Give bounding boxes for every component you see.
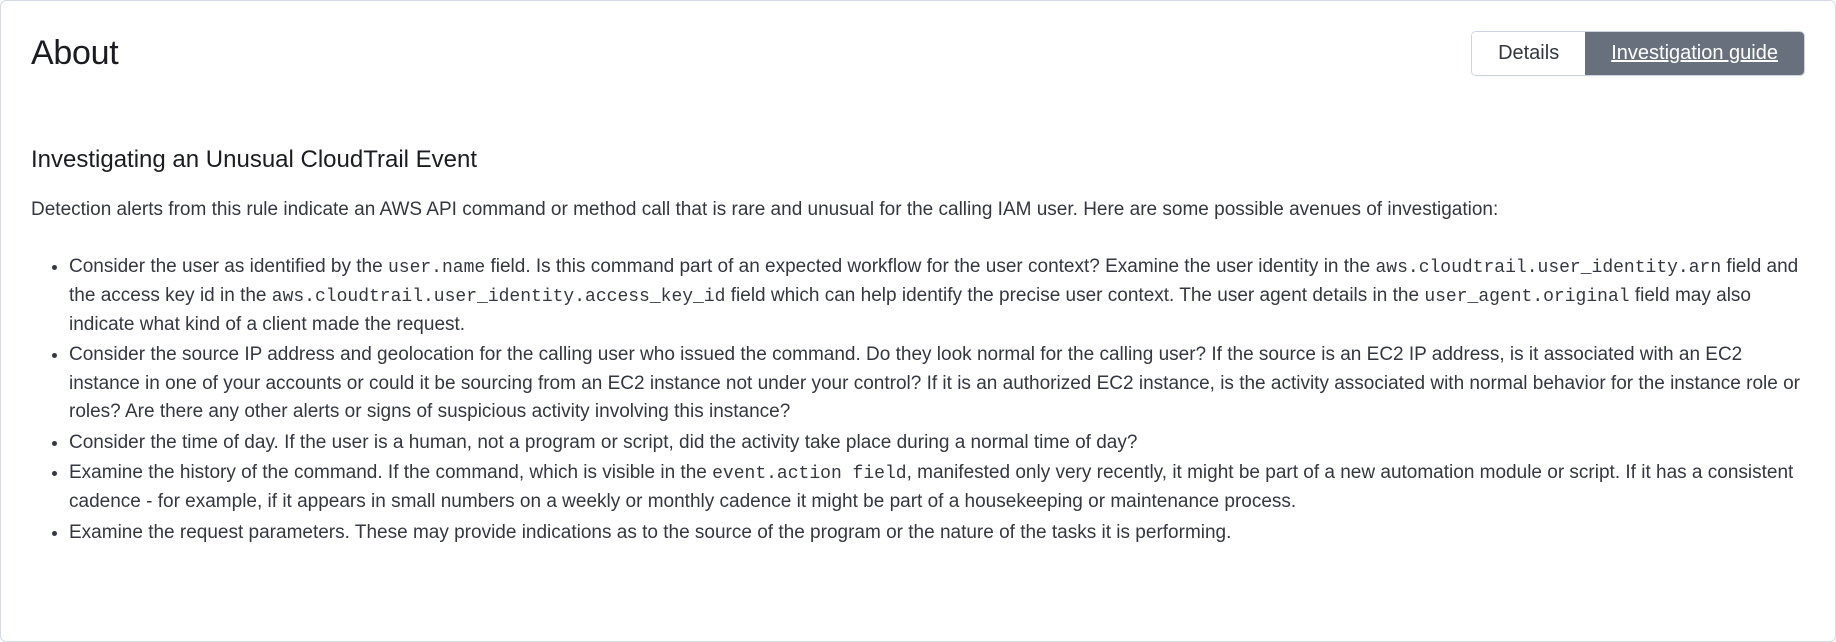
text: Examine the history of the command. If t… — [69, 462, 712, 483]
list-item: Consider the source IP address and geolo… — [69, 341, 1805, 427]
text: field which can help identify the precis… — [725, 285, 1424, 306]
about-panel: About Details Investigation guide Invest… — [0, 0, 1836, 642]
code-access-key-id: aws.cloudtrail.user_identity.access_key_… — [272, 287, 726, 307]
list-item: Examine the history of the command. If t… — [69, 459, 1805, 517]
text: Consider the user as identified by the — [69, 256, 388, 277]
list-item: Examine the request parameters. These ma… — [69, 519, 1805, 548]
guide-bullet-list: Consider the user as identified by the u… — [31, 253, 1805, 548]
guide-heading: Investigating an Unusual CloudTrail Even… — [31, 146, 1805, 174]
code-user-agent-original: user_agent.original — [1424, 287, 1629, 307]
panel-title: About — [31, 34, 118, 73]
text: field. Is this command part of an expect… — [485, 256, 1375, 277]
code-event-action-field: event.action field — [712, 464, 906, 484]
list-item: Consider the time of day. If the user is… — [69, 429, 1805, 458]
tab-group: Details Investigation guide — [1471, 31, 1805, 76]
tab-investigation-guide[interactable]: Investigation guide — [1585, 32, 1804, 75]
guide-intro: Detection alerts from this rule indicate… — [31, 196, 1805, 225]
list-item: Consider the user as identified by the u… — [69, 253, 1805, 340]
code-user-identity-arn: aws.cloudtrail.user_identity.arn — [1375, 258, 1721, 278]
code-user-name: user.name — [388, 258, 485, 278]
tab-details[interactable]: Details — [1472, 32, 1585, 75]
panel-header: About Details Investigation guide — [31, 31, 1805, 76]
